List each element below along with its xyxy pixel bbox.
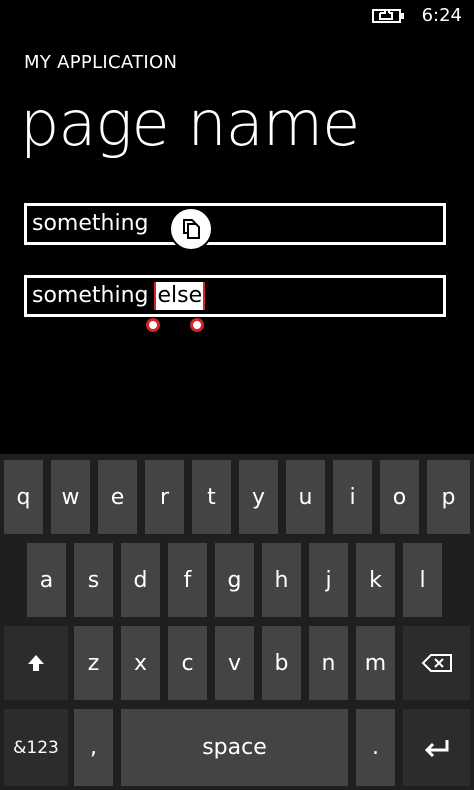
selection-end-handle[interactable]	[190, 318, 204, 332]
key-n[interactable]: n	[309, 626, 348, 700]
copy-button[interactable]	[169, 207, 213, 251]
key-e[interactable]: e	[98, 460, 137, 534]
space-key[interactable]: space	[121, 709, 348, 786]
key-l[interactable]: l	[403, 543, 442, 617]
key-y[interactable]: y	[239, 460, 278, 534]
key-q[interactable]: q	[4, 460, 43, 534]
software-keyboard: q w e r t y u i o p a s d f g h j k l z …	[0, 454, 474, 790]
key-x[interactable]: x	[121, 626, 160, 700]
text-field-1-value: something	[32, 211, 149, 236]
battery-charging-icon	[372, 9, 404, 23]
key-g[interactable]: g	[215, 543, 254, 617]
key-s[interactable]: s	[74, 543, 113, 617]
comma-key[interactable]: ,	[74, 709, 113, 786]
page-title: page name	[20, 87, 360, 160]
clock: 6:24	[421, 5, 462, 26]
key-i[interactable]: i	[333, 460, 372, 534]
key-j[interactable]: j	[309, 543, 348, 617]
key-p[interactable]: p	[427, 460, 470, 534]
key-v[interactable]: v	[215, 626, 254, 700]
period-key[interactable]: .	[356, 709, 395, 786]
key-k[interactable]: k	[356, 543, 395, 617]
key-m[interactable]: m	[356, 626, 395, 700]
text-field-2-value: something	[32, 283, 149, 308]
backspace-key[interactable]	[403, 626, 470, 700]
key-w[interactable]: w	[51, 460, 90, 534]
key-a[interactable]: a	[27, 543, 66, 617]
key-h[interactable]: h	[262, 543, 301, 617]
key-r[interactable]: r	[145, 460, 184, 534]
key-o[interactable]: o	[380, 460, 419, 534]
key-c[interactable]: c	[168, 626, 207, 700]
enter-icon	[424, 739, 448, 757]
key-t[interactable]: t	[192, 460, 231, 534]
enter-key[interactable]	[403, 709, 470, 786]
key-f[interactable]: f	[168, 543, 207, 617]
text-field-1[interactable]: something	[24, 203, 446, 245]
shift-key[interactable]	[4, 626, 68, 700]
symbols-key[interactable]: &123	[4, 709, 68, 786]
copy-icon	[183, 219, 200, 239]
status-bar: 6:24	[0, 0, 474, 32]
shift-arrow-icon	[28, 655, 44, 671]
key-d[interactable]: d	[121, 543, 160, 617]
key-u[interactable]: u	[286, 460, 325, 534]
app-title: MY APPLICATION	[24, 52, 178, 73]
key-b[interactable]: b	[262, 626, 301, 700]
key-z[interactable]: z	[74, 626, 113, 700]
text-field-2[interactable]: something else	[24, 275, 446, 317]
backspace-icon	[421, 654, 452, 672]
selected-text: else	[154, 282, 206, 310]
selection-start-handle[interactable]	[146, 318, 160, 332]
